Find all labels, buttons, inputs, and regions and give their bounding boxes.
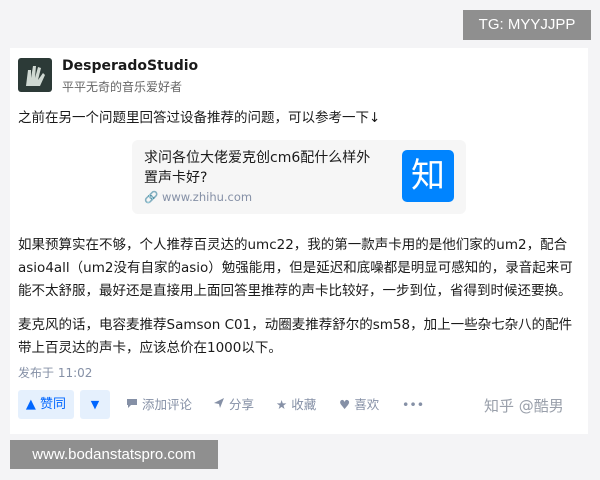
link-url-text: www.zhihu.com <box>161 190 253 204</box>
zhihu-watermark: 知乎 @酷男 <box>484 397 564 415</box>
answer-card: DesperadoStudio 平平无奇的音乐爱好者 之前在另一个问题里回答过设… <box>10 48 588 434</box>
author-name[interactable]: DesperadoStudio <box>62 58 198 74</box>
post-paragraph-2: 麦克风的话，电容麦推荐Samson C01，动圈麦推荐舒尔的sm58，加上一些杂… <box>18 317 573 356</box>
author-avatar[interactable] <box>18 58 52 92</box>
more-button[interactable]: ••• <box>402 390 424 419</box>
favorite-label: 收藏 <box>291 397 317 412</box>
comment-icon <box>126 390 138 419</box>
tg-overlay-label: TG: MYYJJPP <box>463 10 591 40</box>
downvote-button[interactable]: ▼ <box>80 390 110 419</box>
site-url-overlay: www.bodanstatspro.com <box>10 440 218 469</box>
upvote-button[interactable]: ▲ 赞同 <box>18 390 74 419</box>
posted-time: 发布于 11:02 <box>18 366 93 380</box>
like-button[interactable]: ♥ 喜欢 <box>339 390 379 419</box>
heart-icon: ♥ <box>339 397 351 412</box>
star-icon: ★ <box>276 397 288 412</box>
post-paragraph-1: 如果预算实在不够，个人推荐百灵达的umc22，我的第一款声卡用的是他们家的um2… <box>18 237 573 299</box>
author-bio: 平平无奇的音乐爱好者 <box>62 80 183 94</box>
link-icon: 🔗 <box>144 190 159 204</box>
comment-label: 添加评论 <box>142 397 193 412</box>
linked-question-title[interactable]: 求问各位大佬爱克创cm6配什么样外置声卡好? <box>144 148 384 188</box>
comment-button[interactable]: 添加评论 <box>126 390 192 419</box>
share-button[interactable]: 分享 <box>213 390 254 419</box>
linked-question-card[interactable]: 求问各位大佬爱克创cm6配什么样外置声卡好? 🔗 www.zhihu.com 知 <box>132 140 466 214</box>
post-intro: 之前在另一个问题里回答过设备推荐的问题，可以参考一下↓ <box>18 110 381 126</box>
like-label: 喜欢 <box>354 397 380 412</box>
share-label: 分享 <box>229 397 255 412</box>
favorite-button[interactable]: ★ 收藏 <box>276 390 316 419</box>
share-icon <box>213 390 225 419</box>
linked-question-url[interactable]: 🔗 www.zhihu.com <box>144 190 252 204</box>
zhihu-logo-icon: 知 <box>402 150 454 202</box>
